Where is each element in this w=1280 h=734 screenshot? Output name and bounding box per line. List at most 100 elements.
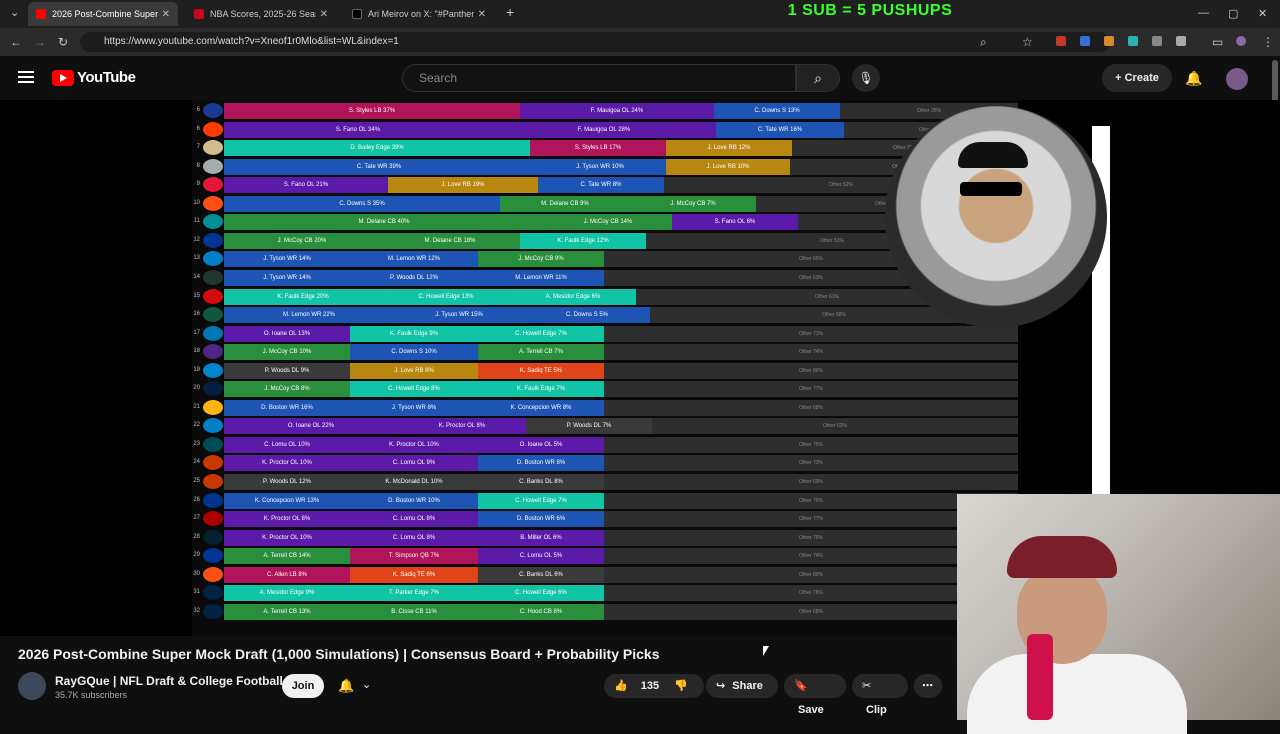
profile-icon[interactable] [1236,36,1246,46]
prospect-probability-bar: T. Simpson QB 7% [350,548,478,565]
hamburger-menu-icon[interactable] [18,71,34,83]
other-probability-bar: Other 80% [604,566,1018,583]
like-count: 135 [640,680,660,692]
zoom-icon[interactable]: ⌕ [980,35,987,50]
prospect-probability-bar: B. Cisse CB 11% [350,603,478,620]
save-button[interactable]: 🔖 Save [784,674,846,716]
team-logo-icon [203,455,223,471]
prospect-probability-bar: M. Lemon WR 22% [224,307,394,324]
browser-tab-1[interactable]: 2026 Post-Combine Super Mock ✕ [28,2,178,26]
prospect-probability-bar: D. Boston WR 10% [350,492,478,509]
window-close-icon[interactable]: ✕ [1258,7,1267,20]
chevron-down-icon[interactable]: ⌄ [362,678,371,691]
prospect-probability-bar: D. Boston WR 8% [478,455,604,472]
team-logo-icon [203,511,223,527]
video-title: 2026 Post-Combine Super Mock Draft (1,00… [18,646,660,662]
maximize-icon[interactable]: ▢ [1228,7,1238,20]
dislike-button[interactable]: 👎 [666,674,696,698]
share-button[interactable]: ↪ Share [706,674,778,698]
search-icon: ⌕ [814,70,822,86]
back-icon[interactable]: ← [10,35,22,49]
prospect-probability-bar: M. Delane CB 18% [380,232,520,249]
prospect-probability-bar: O. Ioane OL 5% [478,436,604,453]
extension-icon[interactable] [1056,36,1066,46]
prospect-probability-bar: J. Love RB 8% [350,362,478,379]
more-actions-button[interactable]: ⋯ [914,674,942,698]
subscribed-bell-icon[interactable]: 🔔 [338,678,354,694]
prospect-probability-bar: P. Woods DL 7% [526,418,652,435]
minimize-icon[interactable]: — [1198,7,1209,19]
prospect-probability-bar: A. Mesidor Edge 9% [224,585,350,602]
pick-number: 28 [193,533,200,540]
prospect-probability-bar: T. Parker Edge 7% [350,585,478,602]
prospect-probability-bar: J. Tyson WR 14% [224,269,350,286]
other-probability-bar: Other 74% [604,344,1018,361]
draft-pick-row: 17 O. Ioane OL 13% K. Faulk Edge 9% C. Howe… [192,325,1018,342]
prospect-probability-bar: J. McCoy CB 10% [224,344,350,361]
pick-number: 29 [193,552,200,559]
prospect-probability-bar: J. McCoy CB 14% [544,214,672,231]
pick-number: 9 [196,181,200,188]
team-logo-icon [203,344,223,360]
team-logo-icon [203,214,223,230]
team-logo-icon [203,195,223,211]
prospect-probability-bar: A. Terrell CB 7% [478,344,604,361]
team-logo-icon [203,325,223,341]
team-logo-icon [203,307,223,323]
reload-icon[interactable]: ↻ [58,35,68,49]
team-logo-icon [203,121,223,137]
prospect-probability-bar: C. Downs S 10% [350,344,478,361]
browser-tab-2[interactable]: NBA Scores, 2025-26 Season - ✕ [186,2,336,26]
team-logo-icon [203,381,223,397]
pick-number: 31 [193,589,200,596]
search-input[interactable]: Search [402,64,796,92]
guest-sunglasses [960,182,1022,196]
browser-tab-3[interactable]: Ari Meirov on X: "#Panthers HC ✕ [344,2,494,26]
extension-icon[interactable] [1104,36,1114,46]
pick-number: 26 [193,496,200,503]
team-logo-icon [203,529,223,545]
new-tab-icon[interactable]: + [506,4,514,20]
prospect-probability-bar: J. Tyson WR 10% [534,158,666,175]
tab-close-icon[interactable]: ✕ [162,9,170,20]
extension-icon[interactable] [1128,36,1138,46]
host-microphone [1027,634,1053,720]
prospect-probability-bar: K. McDonald DL 10% [350,474,478,490]
tab-search-icon[interactable]: ⌄ [10,6,19,19]
prospect-probability-bar: A. Terrell CB 14% [224,548,350,565]
channel-name[interactable]: RayGQue | NFL Draft & College Football [55,674,283,688]
draft-pick-row: 32 A. Terrell CB 13% B. Cisse CB 11% C. Hoo… [192,603,1018,620]
prospect-probability-bar: J. Love RB 12% [666,140,792,157]
channel-avatar[interactable] [18,672,46,700]
bookmark-star-icon[interactable]: ☆ [1022,35,1033,49]
team-logo-icon [203,566,223,582]
voice-search-button[interactable]: 🎙 [852,64,880,92]
notifications-bell-icon[interactable]: 🔔 [1185,70,1202,87]
search-button[interactable]: ⌕ [796,64,840,92]
sidebar-icon[interactable]: ▭ [1212,35,1223,49]
clip-button[interactable]: ✂ Clip [852,674,908,716]
tab-close-icon[interactable]: ✕ [320,9,328,20]
browser-menu-icon[interactable]: ⋮ [1262,35,1274,49]
search-placeholder: Search [419,71,458,85]
thumbs-down-icon: 👎 [674,680,688,692]
join-button[interactable]: Join [282,674,324,698]
other-probability-bar: Other 75% [604,529,1018,546]
prospect-probability-bar: A. Mesidor Edge 6% [510,288,636,305]
account-avatar[interactable] [1226,68,1248,90]
prospect-probability-bar: M. Delane CB 9% [500,195,630,212]
extensions-puzzle-icon[interactable] [1176,36,1186,46]
forward-icon[interactable]: → [34,35,46,49]
pick-number: 16 [193,311,200,318]
share-label: Share [732,680,763,692]
youtube-logo[interactable]: YouTube [52,69,136,86]
extension-icon[interactable] [1152,36,1162,46]
create-button[interactable]: + Create [1102,64,1172,92]
prospect-probability-bar: J. McCoy CB 20% [224,232,380,249]
extension-icon[interactable] [1080,36,1090,46]
draft-pick-row: 16 M. Lemon WR 22% J. Tyson WR 15% C. Downs… [192,306,1018,324]
pick-number: 11 [193,218,200,225]
prospect-probability-bar: M. Lemon WR 12% [350,251,478,268]
tab-close-icon[interactable]: ✕ [478,9,486,20]
address-bar[interactable]: https://www.youtube.com/watch?v=Xneof1r0… [80,32,1110,52]
